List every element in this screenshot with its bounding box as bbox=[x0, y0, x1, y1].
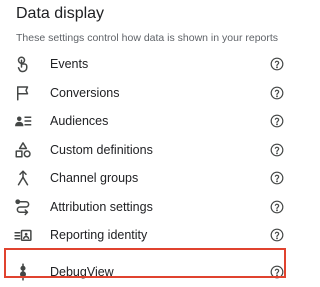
menu-item-label: DebugView bbox=[50, 264, 114, 279]
help-icon[interactable] bbox=[270, 143, 284, 157]
help-icon[interactable] bbox=[270, 265, 284, 279]
help-icon[interactable] bbox=[270, 228, 284, 242]
help-icon[interactable] bbox=[270, 171, 284, 185]
menu-item-label: Custom definitions bbox=[50, 142, 153, 157]
menu-item-label: Reporting identity bbox=[50, 228, 148, 243]
menu-item-attribution-settings[interactable]: Attribution settings bbox=[0, 193, 300, 222]
merge-icon bbox=[14, 169, 32, 187]
shapes-icon bbox=[14, 141, 32, 159]
section-subtitle: These settings control how data is shown… bbox=[16, 32, 279, 44]
menu-item-audiences[interactable]: Audiences bbox=[0, 107, 300, 136]
touch-icon bbox=[14, 55, 32, 73]
audience-list-icon bbox=[14, 112, 32, 130]
menu-item-label: Attribution settings bbox=[50, 199, 153, 214]
route-icon bbox=[14, 198, 32, 216]
menu-item-label: Channel groups bbox=[50, 171, 139, 186]
flag-icon bbox=[14, 84, 32, 102]
settings-list: Events Conversions Audiences Custom defi… bbox=[0, 50, 300, 286]
help-icon[interactable] bbox=[270, 57, 284, 71]
data-display-panel: Data display These settings control how … bbox=[0, 0, 300, 287]
help-icon[interactable] bbox=[270, 114, 284, 128]
menu-item-conversions[interactable]: Conversions bbox=[0, 79, 300, 108]
menu-item-channel-groups[interactable]: Channel groups bbox=[0, 164, 300, 193]
help-icon[interactable] bbox=[270, 86, 284, 100]
menu-item-events[interactable]: Events bbox=[0, 50, 300, 79]
menu-item-debugview[interactable]: DebugView bbox=[0, 258, 300, 287]
help-icon[interactable] bbox=[270, 200, 284, 214]
menu-item-label: Events bbox=[50, 57, 89, 72]
menu-item-custom-definitions[interactable]: Custom definitions bbox=[0, 136, 300, 165]
menu-item-reporting-identity[interactable]: Reporting identity bbox=[0, 221, 300, 250]
menu-item-label: Conversions bbox=[50, 85, 120, 100]
debug-icon bbox=[14, 263, 32, 281]
menu-item-label: Audiences bbox=[50, 114, 109, 129]
identity-icon bbox=[14, 226, 32, 244]
section-title: Data display bbox=[16, 5, 105, 22]
